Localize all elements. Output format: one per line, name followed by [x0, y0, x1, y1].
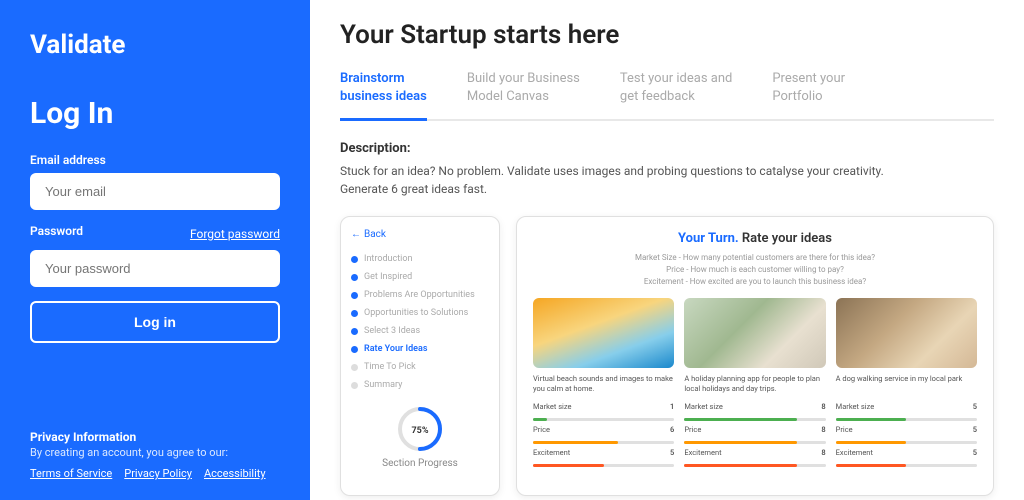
rating-row-price-3: Price 5 — [836, 425, 977, 434]
step-label: Get Inspired — [364, 272, 412, 282]
step-rate: Rate Your Ideas — [351, 340, 489, 358]
step-select: Select 3 Ideas — [351, 322, 489, 340]
accessibility-link[interactable]: Accessibility — [204, 467, 266, 480]
card-instructions: Market Size - How many potential custome… — [533, 252, 977, 288]
step-pick: Time To Pick — [351, 358, 489, 376]
privacy-policy-link[interactable]: Privacy Policy — [124, 467, 192, 480]
progress-circle-area: 75% Section Progress — [351, 404, 489, 469]
password-input[interactable] — [30, 250, 280, 287]
step-problems: Problems Are Opportunities — [351, 286, 489, 304]
step-get-inspired: Get Inspired — [351, 268, 489, 286]
back-button[interactable]: ← Back — [351, 229, 489, 240]
rating-row-price-1: Price 6 — [533, 425, 674, 434]
left-panel: Validate Log In Email address Password F… — [0, 0, 310, 500]
idea-description-dog: A dog walking service in my local park — [836, 374, 977, 396]
rating-card-title: Your Turn. Rate your ideas — [533, 231, 977, 246]
password-label: Password — [30, 224, 83, 238]
privacy-links: Terms of Service Privacy Policy Accessib… — [30, 467, 280, 480]
email-input[interactable] — [30, 173, 280, 210]
description-label: Description: — [340, 141, 994, 156]
demo-area: ← Back Introduction Get Inspired Problem… — [340, 216, 994, 496]
rating-row-excitement-3: Excitement 5 — [836, 448, 977, 457]
idea-card-beach: Virtual beach sounds and images to make … — [533, 298, 674, 471]
step-dot — [351, 310, 358, 317]
tab-test[interactable]: Test your ideas andget feedback — [620, 70, 732, 121]
ideas-grid: Virtual beach sounds and images to make … — [533, 298, 977, 471]
your-turn-label: Your Turn. — [678, 231, 742, 246]
rating-bar-price-1 — [533, 441, 674, 444]
page-title: Your Startup starts here — [340, 20, 994, 50]
rating-bar-market-1 — [533, 418, 674, 421]
rating-bar-market-3 — [836, 418, 977, 421]
login-heading: Log In — [30, 96, 280, 131]
back-arrow-icon: ← — [351, 229, 361, 240]
rate-label: Rate your ideas — [742, 231, 832, 246]
step-dot — [351, 328, 358, 335]
rating-row-market-1: Market size 1 — [533, 402, 674, 411]
rating-bar-excitement-3 — [836, 464, 977, 467]
tab-brainstorm[interactable]: Brainstormbusiness ideas — [340, 70, 427, 121]
rating-row-excitement-2: Excitement 8 — [684, 448, 825, 457]
step-dot — [351, 274, 358, 281]
step-dot — [351, 292, 358, 299]
rating-row-market-3: Market size 5 — [836, 402, 977, 411]
idea-image-beach — [533, 298, 674, 368]
rating-row-price-2: Price 8 — [684, 425, 825, 434]
step-label: Rate Your Ideas — [364, 344, 427, 354]
right-panel: Your Startup starts here Brainstormbusin… — [310, 0, 1024, 500]
brand-title: Validate — [30, 30, 280, 60]
progress-circle: 75% — [395, 404, 445, 454]
tabs-container: Brainstormbusiness ideas Build your Busi… — [340, 70, 994, 121]
step-dot — [351, 256, 358, 263]
forgot-password-link[interactable]: Forgot password — [190, 227, 280, 241]
progress-label: Section Progress — [382, 458, 458, 469]
privacy-title: Privacy Information — [30, 430, 280, 444]
rating-bar-price-3 — [836, 441, 977, 444]
idea-card-map: A holiday planning app for people to pla… — [684, 298, 825, 471]
step-label: Summary — [364, 380, 402, 390]
step-dot — [351, 382, 358, 389]
step-summary: Summary — [351, 376, 489, 394]
description-text: Stuck for an idea? No problem. Validate … — [340, 162, 994, 198]
idea-image-map — [684, 298, 825, 368]
rating-bar-excitement-2 — [684, 464, 825, 467]
svg-text:75%: 75% — [412, 426, 429, 436]
back-label: Back — [364, 229, 386, 240]
progress-card: ← Back Introduction Get Inspired Problem… — [340, 216, 500, 496]
login-button[interactable]: Log in — [30, 301, 280, 343]
rating-bar-excitement-1 — [533, 464, 674, 467]
terms-link[interactable]: Terms of Service — [30, 467, 112, 480]
rating-row-market-2: Market size 8 — [684, 402, 825, 411]
step-label: Introduction — [364, 254, 412, 264]
step-dot — [351, 364, 358, 371]
privacy-section: Privacy Information By creating an accou… — [30, 430, 280, 480]
idea-image-dog — [836, 298, 977, 368]
step-label: Problems Are Opportunities — [364, 290, 475, 300]
step-label: Time To Pick — [364, 362, 416, 372]
idea-description-beach: Virtual beach sounds and images to make … — [533, 374, 674, 396]
rating-bar-market-2 — [684, 418, 825, 421]
rating-bar-price-2 — [684, 441, 825, 444]
tab-portfolio[interactable]: Present yourPortfolio — [772, 70, 845, 121]
step-introduction: Introduction — [351, 250, 489, 268]
email-label: Email address — [30, 153, 280, 167]
rating-card: Your Turn. Rate your ideas Market Size -… — [516, 216, 994, 496]
step-dot — [351, 346, 358, 353]
idea-description-map: A holiday planning app for people to pla… — [684, 374, 825, 396]
step-label: Opportunities to Solutions — [364, 308, 468, 318]
rating-row-excitement-1: Excitement 5 — [533, 448, 674, 457]
tab-canvas[interactable]: Build your BusinessModel Canvas — [467, 70, 580, 121]
privacy-description: By creating an account, you agree to our… — [30, 446, 280, 459]
idea-card-dog: A dog walking service in my local park M… — [836, 298, 977, 471]
step-label: Select 3 Ideas — [364, 326, 420, 336]
step-opportunities: Opportunities to Solutions — [351, 304, 489, 322]
